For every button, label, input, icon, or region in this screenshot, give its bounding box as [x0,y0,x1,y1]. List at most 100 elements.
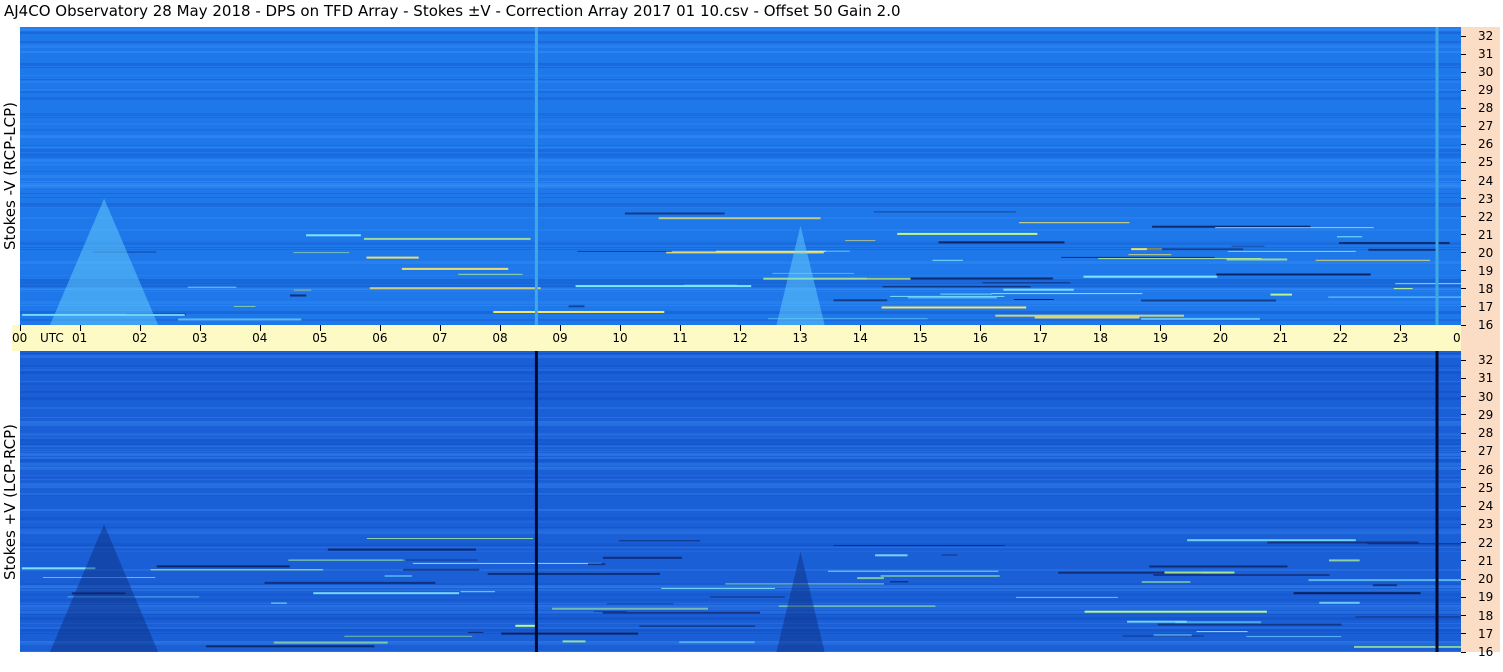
mhz-tick-mark [1461,414,1466,416]
interference-streak [1367,543,1461,545]
utc-tick-label: 16 [972,331,988,345]
utc-tick-label: 00 [12,331,28,345]
mhz-tick-label: 31 [1478,371,1494,386]
mhz-tick-label: 28 [1478,426,1494,441]
interference-streak [1061,256,1215,258]
mhz-tick-mark [1461,432,1466,434]
interference-streak [156,565,290,568]
interference-streak [273,641,388,644]
interference-streak [1354,645,1461,648]
interference-streak [941,554,958,556]
utc-time-axis: 00 01 02 03 04 05 06 07 08 09 10 11 12 13 14 15 16 17 18 19… [12,325,1499,351]
spectrogram-band [20,593,1461,596]
spectrogram-band [20,529,1461,531]
spectrogram-band [20,367,1461,368]
interference-streak [875,554,908,557]
mhz-tick-mark [1461,651,1466,653]
spectrogram-band [20,145,1461,146]
interference-streak [661,587,775,589]
interference-streak [1157,623,1342,626]
interference-streak [1328,296,1461,298]
spectrogram-band [20,449,1461,450]
mhz-tick-mark [1461,89,1466,91]
mhz-tick-label: 25 [1478,480,1494,495]
mhz-tick-mark [1461,161,1466,163]
interference-streak [288,559,406,561]
interference-streak [1149,565,1288,568]
spectrogram-band [20,475,1461,476]
interference-streak [881,306,1027,309]
mhz-tick-mark [1461,359,1466,361]
interference-streak [366,256,419,259]
frequency-axis: 16 17 18 19 20 21 22 23 24 25 26 27 28 29 30 31 32 16 17 18… [1461,27,1500,659]
interference-streak [1395,283,1461,285]
interference-streak [515,624,536,627]
mhz-tick-mark [1461,35,1466,37]
interference-streak [1127,620,1187,623]
spectrogram-band [20,135,1461,138]
interference-streak [271,602,287,604]
interference-streak [890,581,909,583]
interference-streak [1215,227,1374,229]
interference-streak [412,562,602,564]
mhz-tick-mark [1461,377,1466,379]
mhz-tick-mark [1461,143,1466,145]
spectrogram-band [20,527,1461,528]
spectrogram-band [20,457,1461,459]
spectrogram-band [20,197,1461,198]
spectrogram-band [20,269,1461,270]
interference-streak [1372,584,1398,587]
mhz-tick-mark [1461,633,1466,635]
spectrogram-band [20,453,1461,456]
interference-streak [907,297,997,299]
interference-streak [293,289,312,291]
mhz-tick-label: 28 [1478,101,1494,116]
mhz-tick-label: 25 [1478,155,1494,170]
interference-streak [1013,299,1054,300]
spectrogram-band [20,477,1461,478]
utc-tick-label: 12 [732,331,748,345]
interference-streak [384,575,412,577]
interference-streak [1146,248,1243,251]
interference-streak [501,632,638,635]
spectrogram-band [20,249,1461,250]
interference-streak [206,645,375,648]
spectrogram-band [20,605,1461,607]
interference-streak [982,282,1071,284]
spectrogram-band [20,629,1461,631]
interference-streak [763,277,911,280]
utc-tick-label: 22 [1332,331,1349,345]
spectrogram-band [20,261,1461,264]
interference-streak [344,635,473,637]
mhz-tick-label: 26 [1478,462,1494,477]
interference-streak [1128,254,1172,256]
mhz-tick-mark [1461,306,1466,308]
interference-streak [562,640,586,643]
spectrogram-band [20,41,1461,43]
spectrogram-band [20,369,1461,371]
bottom-spectrogram [20,351,1461,652]
spectrogram-band [20,479,1461,480]
spectrogram-band [20,445,1461,447]
interference-streak [882,286,1031,288]
interference-streak [1187,539,1356,542]
interference-streak [150,569,324,571]
mhz-tick-label: 17 [1478,299,1494,314]
mhz-tick-mark [1461,450,1466,452]
interference-streak [1270,293,1292,296]
mhz-tick-mark [1461,125,1466,127]
spectrogram-band [20,521,1461,523]
spectrogram-band [20,551,1461,552]
interference-streak [1175,621,1262,624]
spectrogram-band [20,207,1461,208]
spectrogram-band [20,75,1461,76]
mhz-tick-mark [1461,53,1466,55]
spectrogram-band [20,417,1461,418]
interference-streak [1019,222,1130,224]
interference-streak [264,581,436,584]
mhz-tick-label: 19 [1478,263,1494,278]
interference-streak [1216,273,1371,276]
mhz-tick-mark [1461,596,1466,598]
interference-streak [940,293,993,295]
mhz-tick-label: 32 [1478,353,1494,368]
